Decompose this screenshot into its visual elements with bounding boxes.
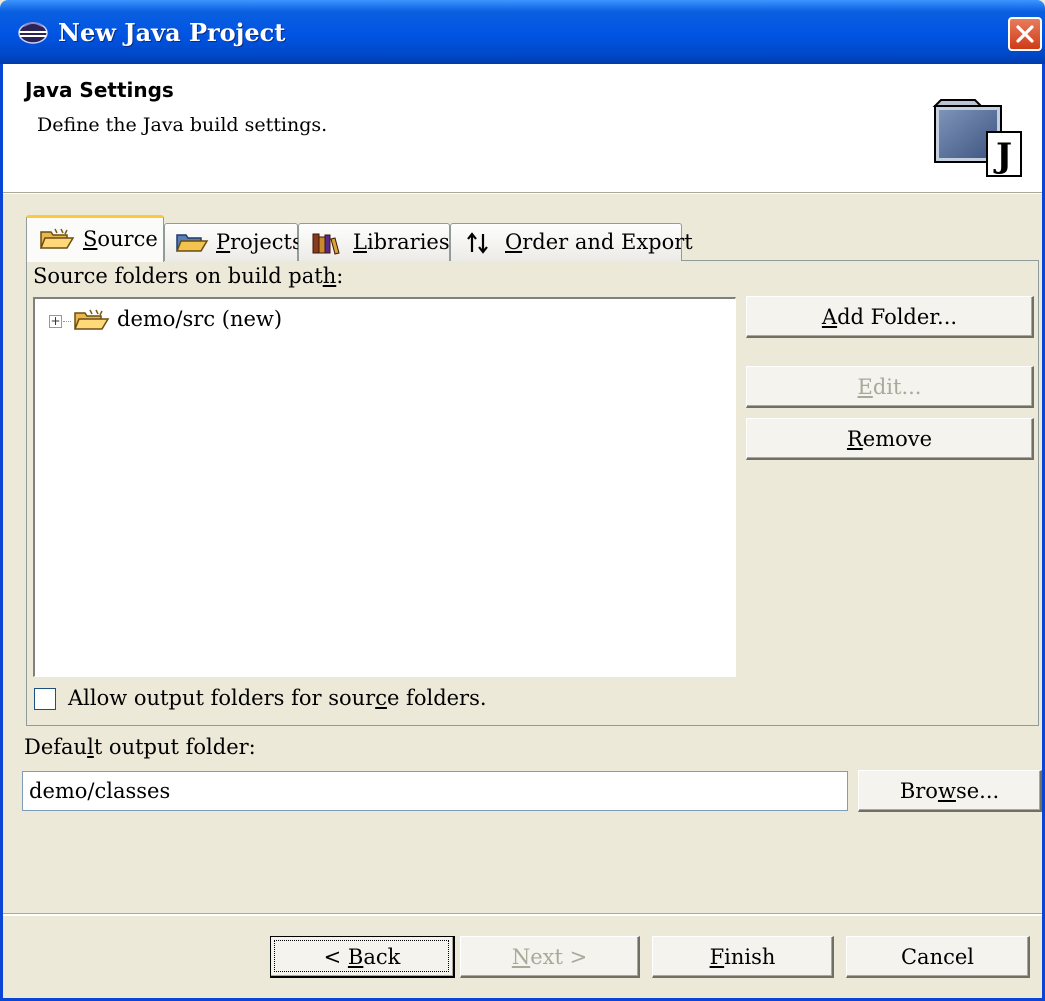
default-output-folder-input[interactable] — [22, 771, 848, 811]
tab-libraries-label: Libraries — [353, 230, 450, 254]
close-button[interactable] — [1008, 17, 1042, 51]
title-bar[interactable]: New Java Project — [0, 0, 1045, 64]
cancel-button[interactable]: Cancel — [846, 936, 1030, 978]
page-description: Define the Java build settings. — [37, 114, 328, 136]
page-title: Java Settings — [25, 78, 174, 102]
allow-output-folders-label[interactable]: Allow output folders for source folders. — [68, 686, 487, 710]
header-separator — [3, 193, 1042, 194]
source-folders-label: Source folders on build path: — [33, 264, 344, 288]
tab-source[interactable]: Source — [26, 215, 164, 262]
source-folder-icon — [39, 228, 75, 249]
edit-button[interactable]: Edit... — [746, 366, 1034, 408]
source-folders-tree[interactable]: + demo/src (new) — [33, 297, 736, 677]
default-output-folder-label: Default output folder: — [24, 735, 256, 759]
focus-ring — [274, 940, 449, 972]
allow-output-folders-checkbox[interactable] — [34, 688, 56, 710]
eclipse-icon — [18, 22, 48, 44]
tree-connector — [63, 321, 71, 322]
remove-button[interactable]: Remove — [746, 418, 1034, 460]
tree-item-label: demo/src (new) — [117, 307, 283, 331]
back-button[interactable]: < Back — [270, 936, 455, 978]
order-arrows-icon — [467, 232, 488, 254]
window-title: New Java Project — [58, 18, 286, 47]
tab-order-and-export-label: Order and Export — [505, 230, 693, 254]
expand-plus-icon[interactable]: + — [49, 315, 62, 328]
libraries-icon — [312, 233, 340, 255]
tab-projects-label: Projects — [216, 230, 303, 254]
browse-button[interactable]: Browse... — [858, 770, 1042, 812]
tab-projects[interactable]: Projects — [164, 223, 303, 261]
footer-separator — [3, 913, 1042, 916]
finish-button[interactable]: Finish — [652, 936, 834, 978]
svg-text:J: J — [993, 136, 1012, 176]
tab-libraries[interactable]: Libraries — [298, 223, 450, 261]
add-folder-button[interactable]: Add Folder... — [746, 296, 1034, 338]
wizard-header: Java Settings Define the Java build sett… — [3, 64, 1042, 193]
tab-order-and-export[interactable]: Order and Export — [450, 223, 693, 261]
java-project-icon: J — [932, 99, 1022, 177]
tab-source-label: Source — [83, 227, 158, 251]
source-folder-icon — [73, 309, 110, 330]
close-icon — [1016, 25, 1034, 43]
projects-folder-icon — [175, 234, 209, 252]
next-button[interactable]: Next > — [460, 936, 640, 978]
